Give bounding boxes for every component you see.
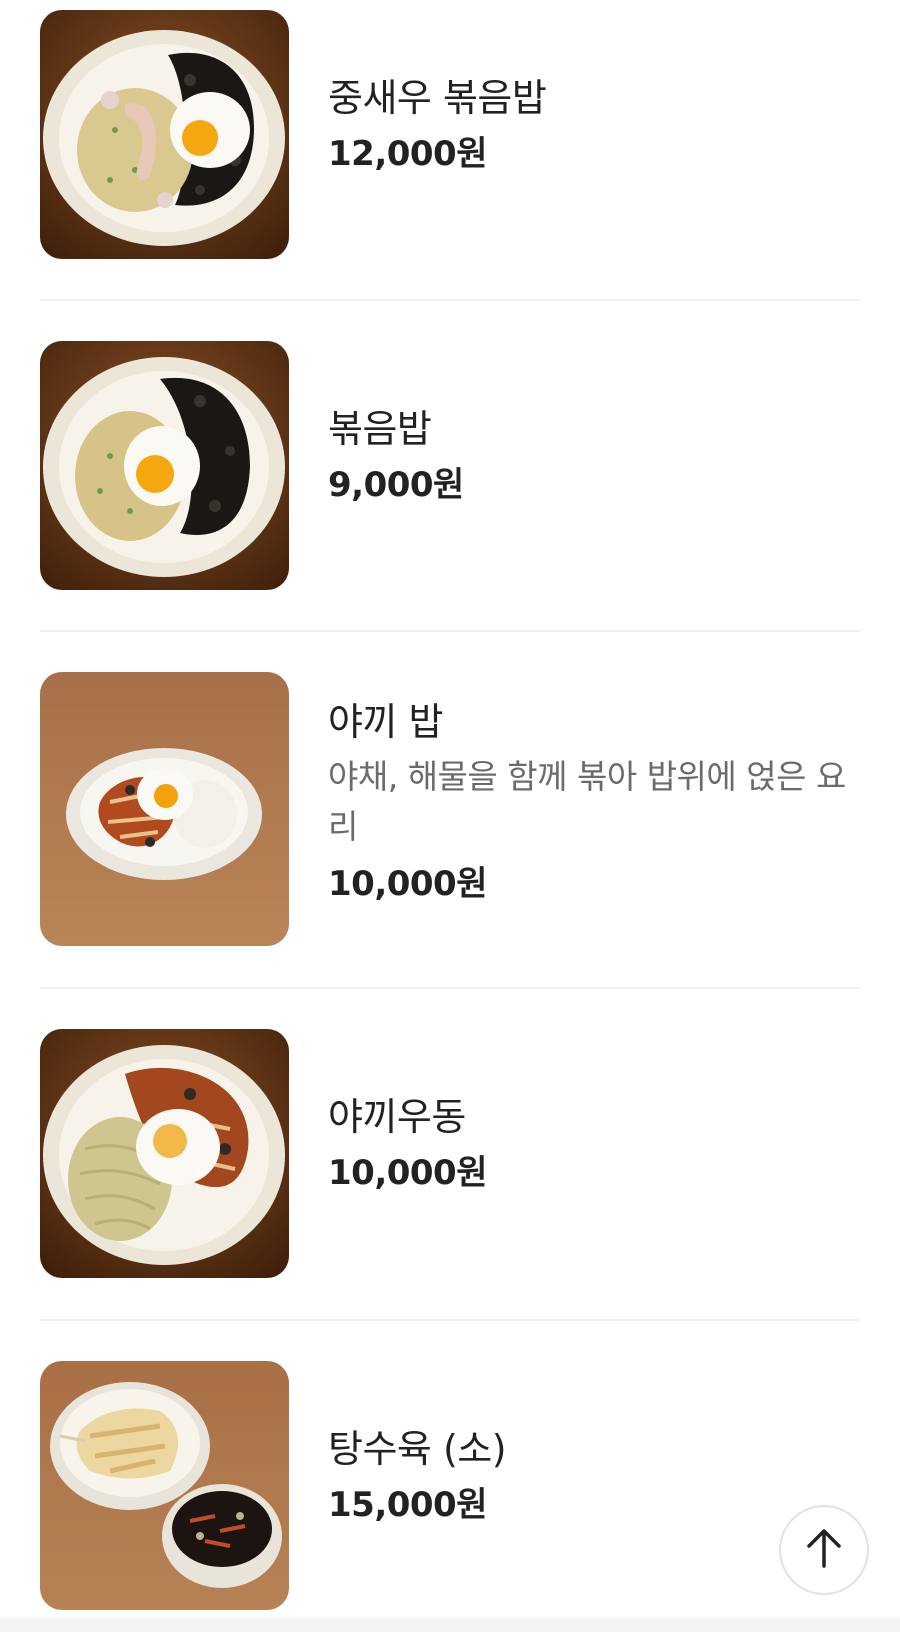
- menu-item-info: 중새우 볶음밥 12,000원: [328, 76, 860, 174]
- arrow-up-icon: [804, 1526, 844, 1574]
- menu-item-price: 10,000원: [328, 863, 487, 904]
- menu-item-price: 15,000원: [328, 1484, 487, 1525]
- menu-item-image-sweet-sour-pork: [40, 1361, 289, 1610]
- menu-item-price: 12,000원: [328, 133, 487, 174]
- menu-item-name: 중새우 볶음밥: [328, 76, 547, 120]
- menu-item-info: 야끼 밥 야채, 해물을 함께 볶아 밥위에 얹은 요리 10,000원: [328, 700, 860, 904]
- menu-item-description: 야채, 해물을 함께 볶아 밥위에 얹은 요리: [328, 756, 846, 846]
- menu-item-image-yaki-rice: [40, 672, 289, 946]
- menu-item-name: 탕수육 (소): [328, 1427, 507, 1471]
- menu-item-name: 야끼 밥: [328, 700, 443, 744]
- scroll-to-top-button[interactable]: [779, 1505, 869, 1595]
- menu-item-name: 볶음밥: [328, 407, 432, 451]
- menu-item-name: 야끼우동: [328, 1095, 466, 1139]
- menu-item-info: 볶음밥 9,000원: [328, 407, 860, 505]
- menu-item-info: 야끼우동 10,000원: [328, 1095, 860, 1193]
- menu-item-image-shrimp-fried-rice: [40, 10, 289, 259]
- divider: [40, 630, 860, 632]
- bottom-edge: [0, 1618, 900, 1632]
- divider: [40, 299, 860, 301]
- menu-item-price: 9,000원: [328, 464, 464, 505]
- menu-item-info: 탕수육 (소) 15,000원: [328, 1427, 860, 1525]
- menu-item-image-yaki-udon: [40, 1029, 289, 1278]
- menu-item-price: 10,000원: [328, 1152, 487, 1193]
- divider: [40, 987, 860, 989]
- divider: [40, 1319, 860, 1321]
- menu-item-image-fried-rice: [40, 341, 289, 590]
